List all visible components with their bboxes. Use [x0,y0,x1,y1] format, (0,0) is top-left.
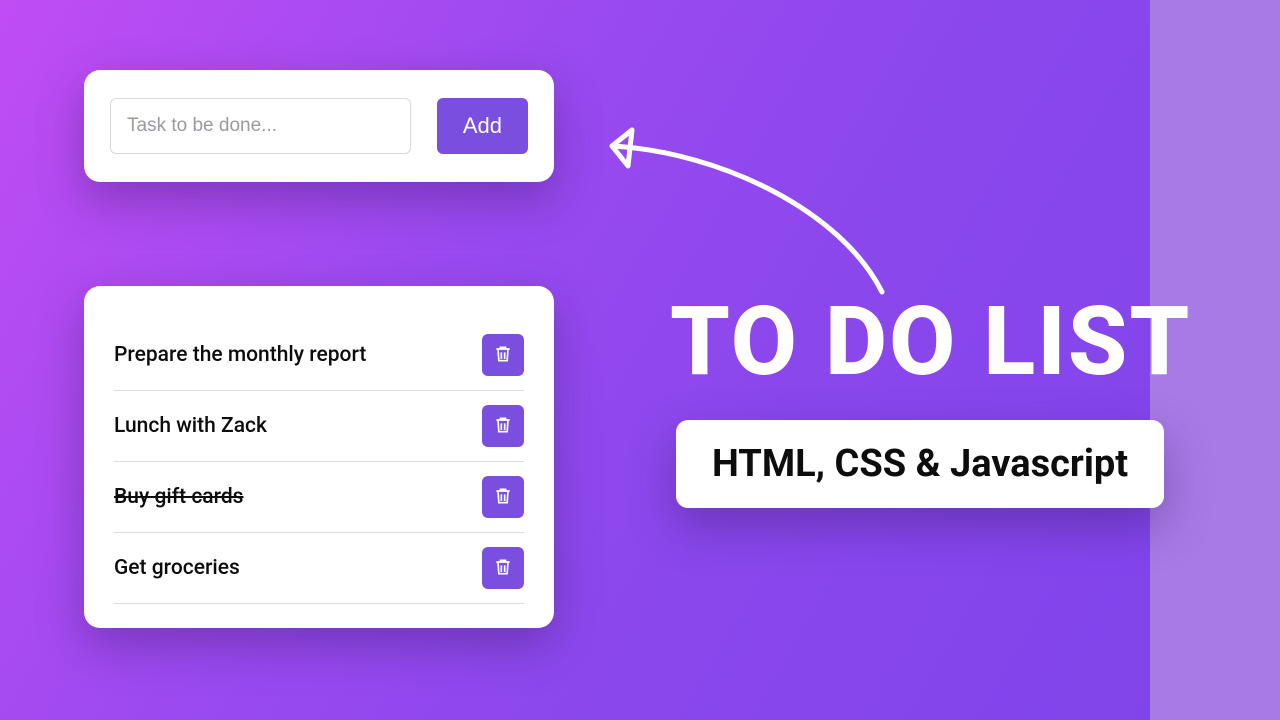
task-input[interactable] [110,98,411,154]
delete-button[interactable] [482,334,524,376]
todo-row: Lunch with Zack [114,391,524,462]
page-title: TO DO LIST [670,286,1191,398]
todo-row: Prepare the monthly report [114,320,524,391]
todo-text[interactable]: Buy gift cards [114,485,243,509]
trash-icon [493,556,513,581]
arrow-annotation [582,122,902,302]
trash-icon [493,414,513,439]
add-button[interactable]: Add [437,98,528,154]
subtitle-text: HTML, CSS & Javascript [712,442,1128,486]
todo-row: Buy gift cards [114,462,524,533]
todo-text[interactable]: Lunch with Zack [114,414,267,438]
task-input-card: Add [84,70,554,182]
delete-button[interactable] [482,405,524,447]
subtitle-pill: HTML, CSS & Javascript [676,420,1164,508]
todo-text[interactable]: Get groceries [114,556,240,580]
todo-row: Get groceries [114,533,524,604]
trash-icon [493,343,513,368]
todo-list-card: Prepare the monthly report Lunch with Za… [84,286,554,628]
trash-icon [493,485,513,510]
todo-text[interactable]: Prepare the monthly report [114,343,366,367]
delete-button[interactable] [482,547,524,589]
delete-button[interactable] [482,476,524,518]
